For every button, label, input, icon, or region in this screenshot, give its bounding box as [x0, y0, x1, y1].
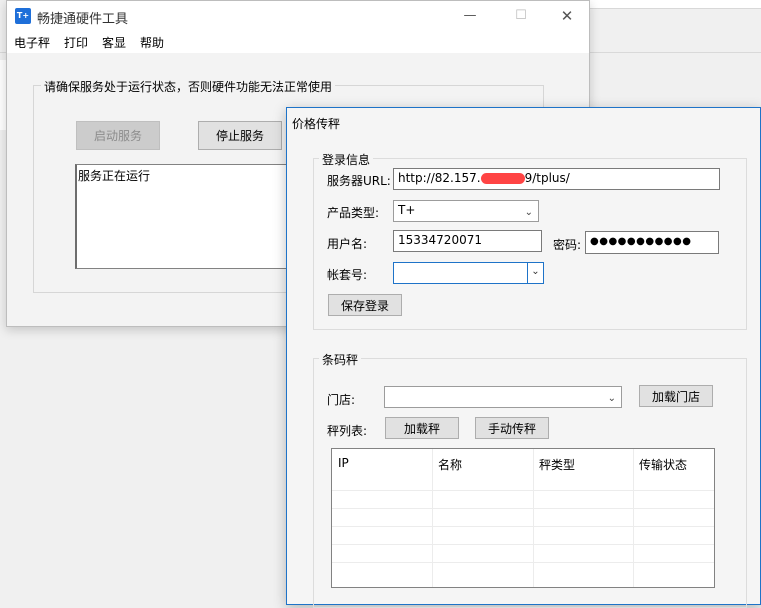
column-divider: [533, 449, 534, 587]
chevron-down-icon[interactable]: ⌄: [527, 263, 543, 283]
row-divider: [332, 508, 714, 509]
load-scale-button[interactable]: 加载秤: [385, 417, 459, 439]
store-select[interactable]: ⌄: [384, 386, 622, 408]
column-header-transfer-status[interactable]: 传输状态: [639, 456, 687, 473]
username-value: 15334720071: [398, 233, 482, 247]
minimize-button[interactable]: —: [447, 1, 493, 31]
service-status-box: 服务正在运行: [75, 164, 305, 269]
row-divider: [332, 544, 714, 545]
server-url-prefix: http://82.157.: [398, 171, 481, 185]
maximize-button[interactable]: ☐: [498, 1, 544, 31]
server-url-suffix: 9/tplus/: [524, 171, 570, 185]
save-login-button[interactable]: 保存登录: [328, 294, 402, 316]
app-logo-icon: T+: [15, 8, 31, 24]
row-divider: [332, 562, 714, 563]
load-store-button[interactable]: 加载门店: [639, 385, 713, 407]
server-url-label: 服务器URL:: [327, 174, 391, 188]
barcode-scale-group-label: 条码秤: [319, 351, 362, 368]
column-divider: [432, 449, 433, 587]
manual-transfer-button[interactable]: 手动传秤: [475, 417, 549, 439]
store-label: 门店:: [327, 393, 356, 407]
service-group-label: 请确保服务处于运行状态，否则硬件功能无法正常使用: [41, 78, 336, 95]
stop-service-button[interactable]: 停止服务: [198, 121, 282, 150]
scale-list-label: 秤列表:: [327, 424, 368, 438]
password-value: ●●●●●●●●●●●: [590, 236, 692, 247]
close-button[interactable]: ✕: [544, 1, 590, 31]
username-label: 用户名:: [327, 237, 368, 251]
column-header-scale-type[interactable]: 秤类型: [539, 456, 575, 473]
login-info-group-label: 登录信息: [319, 151, 374, 168]
account-select[interactable]: ⌄: [393, 262, 544, 284]
menu-item-help[interactable]: 帮助: [140, 34, 164, 51]
menu-item-customer-display[interactable]: 客显: [102, 34, 126, 51]
start-service-button[interactable]: 启动服务: [76, 121, 160, 150]
scale-list-table[interactable]: IP 名称 秤类型 传输状态: [331, 448, 715, 588]
password-input[interactable]: ●●●●●●●●●●●: [585, 231, 719, 254]
column-divider: [633, 449, 634, 587]
chevron-down-icon: ⌄: [524, 207, 533, 218]
column-header-ip[interactable]: IP: [338, 456, 349, 470]
menu-bar: [7, 31, 589, 53]
menu-item-print[interactable]: 打印: [64, 34, 88, 51]
row-divider: [332, 490, 714, 491]
username-input[interactable]: 15334720071: [393, 230, 542, 252]
dialog-title: 价格传秤: [292, 117, 341, 131]
server-url-input[interactable]: http://82.157. 9/tplus/: [393, 168, 720, 190]
service-status-text: 服务正在运行: [78, 169, 151, 183]
account-label: 帐套号:: [327, 268, 368, 282]
product-type-select[interactable]: T+ ⌄: [393, 200, 539, 222]
menu-item-scale[interactable]: 电子秤: [14, 34, 50, 51]
password-label: 密码:: [553, 238, 582, 252]
product-type-label: 产品类型:: [327, 206, 380, 220]
product-type-value: T+: [398, 203, 416, 217]
price-transfer-dialog: 价格传秤 登录信息 服务器URL: http://82.157. 9/tplus/…: [286, 107, 761, 608]
column-header-name[interactable]: 名称: [438, 456, 462, 473]
chevron-down-icon: ⌄: [607, 393, 616, 404]
background-window-edge: [590, 0, 761, 9]
row-divider: [332, 526, 714, 527]
window-title: 畅捷通硬件工具: [37, 12, 129, 27]
redaction-mark: [480, 173, 525, 184]
